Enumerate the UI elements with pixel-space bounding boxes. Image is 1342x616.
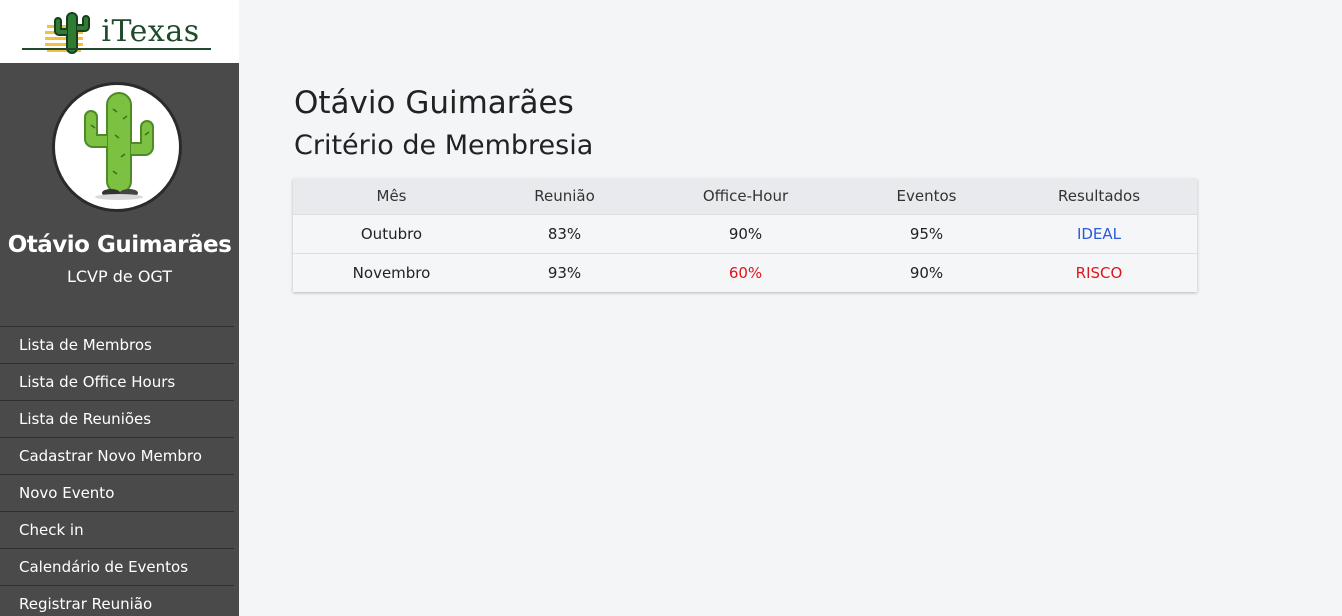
- user-name: Otávio Guimarães: [7, 232, 232, 258]
- logo-underline: [22, 48, 211, 50]
- cell-mes: Novembro: [352, 263, 431, 282]
- header-reuniao: Reunião: [534, 187, 595, 206]
- sidebar: iTexas Otávio Guimarães LCVP de OGT List…: [0, 0, 239, 616]
- cell-eventos: 95%: [909, 224, 944, 243]
- cell-resultado-risco: RISCO: [1075, 263, 1123, 282]
- header-office-hour: Office-Hour: [702, 187, 789, 206]
- table-header-row: Mês Reunião Office-Hour Eventos Resultad…: [293, 179, 1197, 214]
- sidebar-item-novo-evento[interactable]: Novo Evento: [0, 474, 234, 511]
- sidebar-item-check-in[interactable]: Check in: [0, 511, 234, 548]
- membership-table: Mês Reunião Office-Hour Eventos Resultad…: [293, 179, 1197, 292]
- header-eventos: Eventos: [896, 187, 957, 206]
- avatar: [52, 82, 182, 212]
- header-mes: Mês: [376, 187, 407, 206]
- sidebar-item-lista-de-office-hours[interactable]: Lista de Office Hours: [0, 363, 234, 400]
- cell-eventos: 90%: [909, 263, 944, 282]
- sidebar-item-registrar-reuniao[interactable]: Registrar Reunião: [0, 585, 234, 616]
- logo-text: iTexas: [101, 13, 200, 49]
- membership-table-card: Mês Reunião Office-Hour Eventos Resultad…: [293, 179, 1197, 292]
- sidebar-item-lista-de-membros[interactable]: Lista de Membros: [0, 326, 234, 363]
- header-resultados: Resultados: [1057, 187, 1141, 206]
- table-row: Novembro 93% 60% 90% RISCO: [293, 253, 1197, 292]
- user-role: LCVP de OGT: [66, 267, 173, 286]
- cell-mes: Outubro: [360, 224, 423, 243]
- logo-bar[interactable]: iTexas: [0, 0, 239, 63]
- cell-reuniao: 83%: [547, 224, 582, 243]
- table-row: Outubro 83% 90% 95% IDEAL: [293, 214, 1197, 253]
- sidebar-nav: Lista de Membros Lista de Office Hours L…: [0, 326, 234, 616]
- page-subtitle: Critério de Membresia: [294, 130, 594, 161]
- sidebar-item-calendario-de-eventos[interactable]: Calendário de Eventos: [0, 548, 234, 585]
- cactus-avatar-icon: [84, 92, 154, 200]
- cell-resultado-ideal: IDEAL: [1076, 224, 1122, 243]
- cell-office-hour: 90%: [728, 224, 763, 243]
- page-title: Otávio Guimarães: [294, 85, 574, 121]
- sidebar-item-cadastrar-novo-membro[interactable]: Cadastrar Novo Membro: [0, 437, 234, 474]
- main-content: Otávio Guimarães Critério de Membresia M…: [239, 0, 1342, 616]
- cell-reuniao: 93%: [547, 263, 582, 282]
- sidebar-item-lista-de-reunioes[interactable]: Lista de Reuniões: [0, 400, 234, 437]
- cell-office-hour-risk: 60%: [728, 263, 763, 282]
